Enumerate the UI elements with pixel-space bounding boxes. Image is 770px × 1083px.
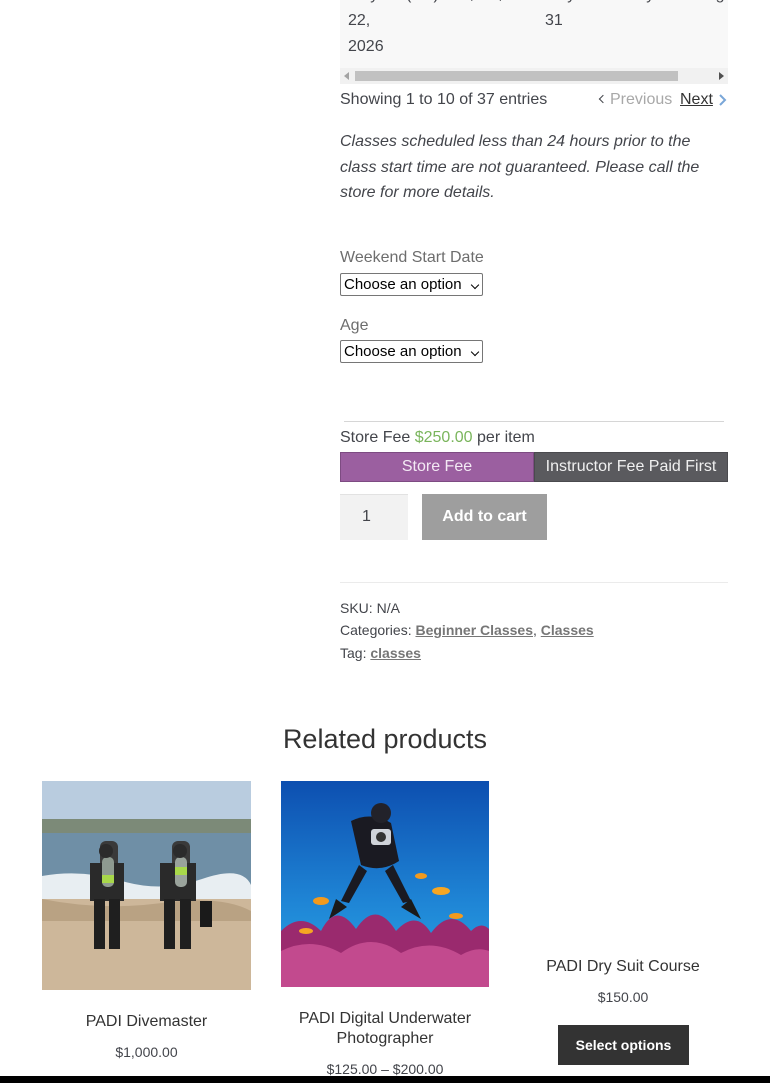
categories-label: Categories: (340, 622, 412, 638)
scroll-thumb[interactable] (355, 71, 678, 81)
footer-bar (0, 1076, 770, 1083)
scroll-left-arrow-icon[interactable] (344, 72, 349, 80)
fee-summary: Store Fee $250.00 per item (340, 428, 535, 448)
store-fee-toggle[interactable]: Store Fee (340, 452, 534, 482)
scroll-right-arrow-icon[interactable] (719, 72, 724, 80)
pagination-next[interactable]: Next (680, 90, 713, 110)
chevron-right-icon[interactable] (718, 94, 727, 106)
table-info: Showing 1 to 10 of 37 entries (340, 91, 548, 108)
product-title-underwater-photographer[interactable]: PADI Digital Underwater Photographer (281, 1009, 489, 1049)
weekend-start-date-select[interactable]: Choose an option (340, 273, 483, 296)
chevron-down-icon (470, 347, 480, 357)
sku-value: N/A (376, 600, 400, 616)
product-image-underwater-photographer[interactable] (281, 781, 489, 987)
category-link-beginner-classes[interactable]: Beginner Classes (415, 622, 533, 638)
schedule-notice: Classes scheduled less than 24 hours pri… (340, 133, 700, 201)
schedule-table: May 22, 2026 (PR) Fri,Sat,Sun May 30 - 3… (340, 0, 728, 68)
tag-label: Tag: (340, 645, 367, 661)
table-cell-location: (PR) (406, 0, 442, 8)
tag-link-classes[interactable]: classes (370, 645, 421, 661)
related-products-heading: Related products (282, 724, 488, 754)
fee-suffix: per item (477, 429, 535, 446)
product-categories: Categories: Beginner Classes, Classes (340, 620, 594, 640)
sku-label: SKU: (340, 600, 373, 616)
previous-label: Previous (610, 91, 673, 108)
table-cell-days: Fri,Sat,Sun (451, 0, 533, 8)
table-cell-dates: May 30 - 31 (545, 0, 607, 29)
table-cell-date: May 22, 2026 (348, 0, 384, 55)
product-tags: Tag: classes (340, 643, 421, 663)
age-select[interactable]: Choose an option (340, 340, 483, 363)
select-options-button[interactable]: Select options (558, 1025, 689, 1065)
category-separator: , (532, 622, 537, 638)
options-divider (344, 421, 724, 422)
table-cell-instructor: Mayer / Olang (624, 0, 728, 8)
meta-divider (340, 582, 728, 583)
age-value: Choose an option (344, 343, 462, 360)
pagination-previous[interactable]: Previous (598, 90, 673, 110)
product-image-divemaster[interactable] (42, 781, 251, 990)
product-price-divemaster: $1,000.00 (115, 1044, 178, 1060)
product-sku: SKU: N/A (340, 598, 400, 618)
product-title-dry-suit[interactable]: PADI Dry Suit Course (519, 957, 727, 977)
table-horizontal-scrollbar[interactable] (340, 68, 728, 84)
category-link-classes[interactable]: Classes (541, 622, 594, 638)
product-title-divemaster[interactable]: PADI Divemaster (42, 1012, 251, 1032)
weekend-start-date-value: Choose an option (344, 276, 462, 293)
fee-prefix: Store Fee (340, 429, 411, 446)
age-label: Age (340, 317, 369, 334)
instructor-fee-toggle[interactable]: Instructor Fee Paid First (534, 452, 728, 482)
fee-amount: $250.00 (414, 429, 473, 446)
weekend-start-date-label: Weekend Start Date (340, 249, 484, 266)
add-to-cart-button[interactable]: Add to cart (422, 494, 547, 540)
quantity-input[interactable]: 1 (340, 494, 408, 540)
chevron-left-icon (598, 94, 608, 104)
chevron-down-icon (470, 280, 480, 290)
product-price-dry-suit: $150.00 (597, 989, 649, 1005)
